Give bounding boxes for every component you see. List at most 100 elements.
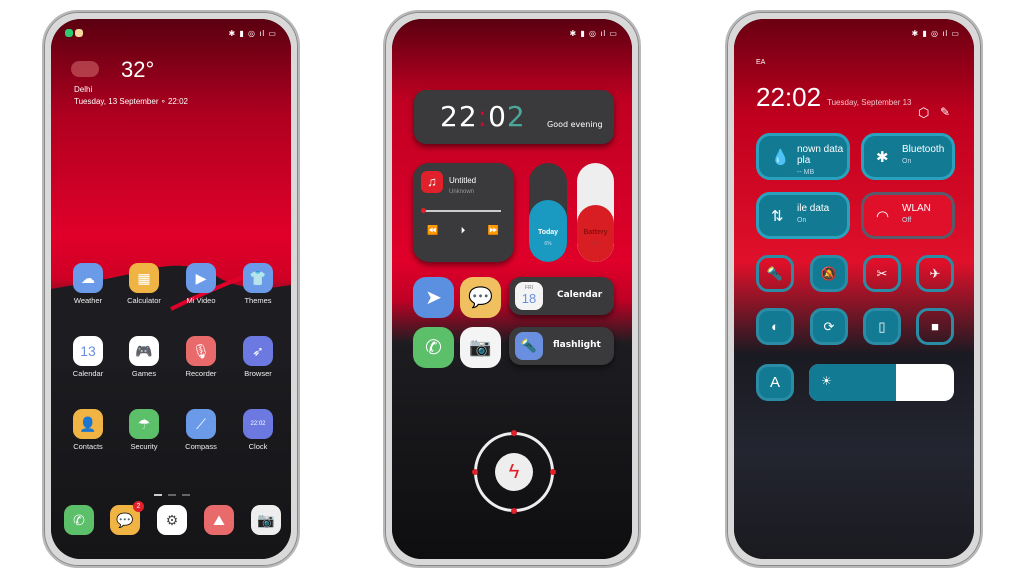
phone-icon: ✆ [425, 337, 442, 359]
app-compass[interactable]: ⟋ [186, 409, 216, 439]
vibrate-button[interactable]: ▯ [863, 308, 901, 345]
dock-camera[interactable]: 📷 [251, 505, 281, 535]
carrier-label: EA [756, 59, 766, 66]
previous-icon[interactable]: ⏪ [427, 225, 438, 236]
music-widget[interactable]: ♫ Untitled Unknown ⏪ ⏵ ⏩ [413, 163, 514, 262]
app-browser[interactable]: ➶ [243, 336, 273, 366]
app-clock[interactable]: 22:02 [243, 409, 273, 439]
app-calendar[interactable]: 13 [73, 336, 103, 366]
recorder-icon: 🎙 [192, 342, 210, 359]
progress-bar[interactable] [421, 208, 501, 213]
status-icons: ✱ ▮ ◎ ıl ▭ [911, 29, 960, 38]
today-slider[interactable]: Today 6% [529, 163, 567, 262]
next-icon[interactable]: ⏩ [488, 225, 499, 236]
tile-3[interactable]: ◠ WLAN Off [861, 192, 955, 239]
phone-home-screen: ✱ ▮ ◎ ıl ▭ 32° Delhi Tuesday, 13 Septemb… [42, 10, 300, 568]
calendar-pill[interactable]: FRI 18 Calendar [509, 277, 614, 315]
screenshot-button[interactable]: ✂ [863, 255, 901, 292]
tile-status: On [902, 158, 912, 165]
city: Delhi [74, 85, 93, 94]
control-date: Tuesday, September 13 [827, 98, 912, 107]
app-themes[interactable]: 👕 [243, 263, 273, 293]
dock-gallery[interactable]: ⛰ [204, 505, 234, 535]
notification-icon [75, 29, 83, 37]
app-mi-video[interactable]: ▶ [186, 263, 216, 293]
music-note-icon: ♫ [421, 171, 443, 193]
auto-rotate-icon: ⟳ [823, 318, 835, 334]
temperature: 32° [121, 57, 155, 82]
date-time: Tuesday, 13 September ∘ 22:02 [74, 97, 188, 106]
app-label: Recorder [185, 369, 217, 378]
app-security[interactable]: ☂ [129, 409, 159, 439]
screen-record-button[interactable]: ■ [916, 308, 954, 345]
notification-badge: 2 [133, 501, 144, 512]
toggle-button[interactable]: ◐ [756, 308, 794, 345]
screen-record-icon: ■ [931, 319, 939, 334]
tile-2[interactable]: ⇅ ile data On [756, 192, 850, 239]
edit-icon[interactable]: ✎ [940, 105, 950, 119]
settings-icon: ⚙ [165, 511, 179, 528]
app-weather[interactable]: ☁ [73, 263, 103, 293]
app-calculator[interactable]: ▦ [129, 263, 159, 293]
tile-0[interactable]: 💧 nown data pla -- MB [756, 133, 850, 180]
telegram-app[interactable]: ➤ [413, 277, 454, 318]
track-artist: Unknown [449, 189, 475, 195]
mute-button[interactable]: 🔕 [810, 255, 848, 292]
tile-title: Bluetooth [902, 144, 945, 155]
sun-icon: ☀ [821, 374, 832, 388]
clock-min1: 0 [488, 100, 507, 133]
messages-app[interactable]: 💬 [460, 277, 501, 318]
status-icons: ✱ ▮ ◎ ıl ▭ [228, 29, 277, 38]
dock-phone[interactable]: ✆ [64, 505, 94, 535]
paper-plane-icon: ➤ [425, 287, 442, 309]
tile-title: WLAN [902, 203, 931, 214]
toggle-icon: ◐ [771, 319, 779, 334]
tile-status: Off [902, 217, 912, 224]
play-icon[interactable]: ⏵ [461, 225, 466, 236]
camera-app[interactable]: 📷 [460, 327, 501, 368]
dock-settings[interactable]: ⚙ [157, 505, 187, 535]
compass-icon: ⟋ [196, 415, 206, 432]
clock-min2: 2 [506, 100, 526, 133]
app-recorder[interactable]: 🎙 [186, 336, 216, 366]
settings-icon[interactable]: ⬡ [918, 105, 929, 121]
track-title: Untitled [449, 176, 477, 185]
dock-messages[interactable]: 💬 2 [110, 501, 144, 535]
app-label: Games [131, 369, 157, 378]
battery-slider[interactable]: Battery 56% [577, 163, 614, 262]
phone-widgets-screen: ✱ ▮ ◎ ıl ▭ 22:02 Good evening ♫ Untitled… [383, 10, 641, 568]
phone-icon: ✆ [73, 511, 85, 528]
call-indicator-icon [65, 29, 73, 37]
tile-icon: ⇅ [771, 208, 784, 225]
page-indicator[interactable] [154, 494, 194, 496]
phone-app[interactable]: ✆ [413, 327, 454, 368]
app-label: Browser [244, 369, 272, 378]
tile-icon: 💧 [771, 149, 790, 166]
brightness-slider[interactable]: ☀ [809, 364, 954, 401]
app-label: Security [130, 442, 158, 451]
today-label: Today [537, 229, 559, 236]
flashlight-pill[interactable]: 🔦 flashlight [509, 327, 614, 365]
tile-1[interactable]: ✱ Bluetooth On [861, 133, 955, 180]
themes-icon: 👕 [249, 269, 267, 286]
power-ring[interactable]: ϟ [472, 430, 556, 514]
games-icon: 🎮 [135, 342, 153, 359]
auto-brightness-button[interactable]: A [756, 364, 794, 401]
airplane-button[interactable]: ✈ [916, 255, 954, 292]
weather-cloud-icon [71, 61, 99, 77]
tile-title: ile data [797, 203, 830, 214]
vibrate-icon: ▯ [878, 318, 886, 334]
app-label: Calculator [127, 296, 161, 305]
lightning-icon[interactable]: ϟ [495, 453, 533, 491]
browser-icon: ➶ [252, 342, 264, 359]
clock-widget[interactable]: 22:02 Good evening [414, 90, 614, 144]
auto-rotate-button[interactable]: ⟳ [810, 308, 848, 345]
app-games[interactable]: 🎮 [129, 336, 159, 366]
app-contacts[interactable]: 👤 [73, 409, 103, 439]
app-label: Clock [248, 442, 268, 451]
flashlight-button[interactable]: 🔦 [756, 255, 794, 292]
flashlight-pill-label: flashlight [553, 340, 601, 350]
camera-icon: 📷 [469, 337, 492, 357]
app-label: Themes [244, 296, 272, 305]
mi-video-icon: ▶ [195, 269, 207, 286]
